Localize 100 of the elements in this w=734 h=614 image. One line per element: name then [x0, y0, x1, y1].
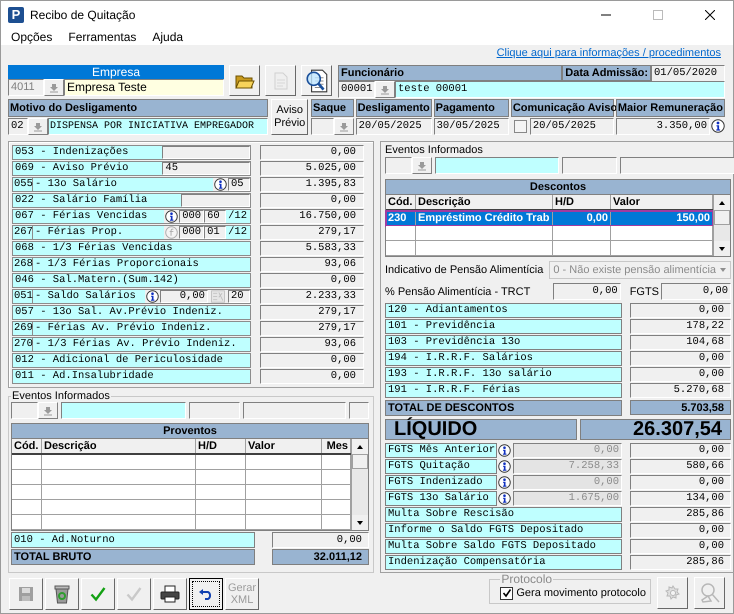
up-arrow-icon[interactable] [718, 198, 726, 206]
input-field[interactable] [181, 194, 250, 207]
amount-field: 178,22 [630, 319, 732, 334]
document-icon [272, 72, 288, 90]
input-field[interactable] [385, 157, 412, 174]
input-field[interactable] [311, 118, 334, 135]
code-field[interactable]: 02 [8, 118, 28, 135]
code-label: 267 [13, 226, 33, 239]
printer-icon [160, 585, 180, 603]
menu-item[interactable]: Opções [11, 30, 52, 44]
menu-item[interactable]: Ferramentas [68, 30, 136, 44]
recycle-bin-icon [53, 584, 71, 604]
date-field[interactable]: 20/05/2025 [530, 118, 614, 135]
input-field[interactable] [162, 146, 250, 159]
unit-label: /12 [226, 226, 250, 239]
employee-field[interactable]: teste 00001 [395, 81, 725, 98]
date-field[interactable]: 20/05/2025 [356, 118, 432, 135]
input-field[interactable]: 60 [204, 210, 226, 223]
down-arrow-icon[interactable] [356, 518, 364, 526]
scrollbar-thumb[interactable] [714, 210, 730, 225]
folder-button[interactable] [229, 65, 260, 96]
info-icon[interactable] [165, 210, 178, 223]
dropdown-button[interactable] [334, 118, 354, 135]
table-title: Proventos [12, 424, 368, 439]
info-icon[interactable] [214, 178, 227, 191]
input-field[interactable]: 01 [204, 226, 226, 239]
info-icon[interactable] [711, 119, 726, 133]
group-label: Protocolo [500, 573, 554, 585]
amount-field: 0,00 [630, 539, 732, 554]
undo-button[interactable] [189, 578, 223, 610]
input-field[interactable] [11, 402, 38, 419]
row-label: 068 - 1/3 Férias Vencidas [13, 242, 250, 255]
empty-table-row[interactable] [12, 485, 351, 500]
info-icon[interactable] [146, 290, 159, 303]
up-arrow-icon[interactable] [356, 442, 364, 450]
net-value: 26.307,54 [580, 419, 732, 440]
amount-field[interactable]: 0,00 [661, 283, 732, 300]
amount-field[interactable]: 0,00 [552, 283, 621, 300]
field-label: Indicativo de Pensão Alimentícia [385, 264, 544, 276]
search-button[interactable] [301, 65, 332, 96]
total-value: 32.011,12 [272, 549, 369, 565]
company-field[interactable]: Empresa Teste [64, 79, 224, 96]
info-icon[interactable] [498, 492, 511, 505]
input-field[interactable]: 05 [228, 178, 250, 191]
date-field[interactable]: 01/05/2020 [651, 65, 725, 82]
scrollbar[interactable] [713, 195, 730, 256]
field-label: % Pensão Alimentícia - TRCT [385, 286, 532, 298]
row-label: FGTS Mês Anterior [385, 443, 497, 458]
group-label: Eventos Informados [11, 390, 111, 402]
input-field[interactable]: 000 [179, 210, 204, 223]
amount-field[interactable]: 0,00 [160, 290, 208, 303]
help-link[interactable]: Clique aqui para informações / procedimentos [496, 47, 721, 60]
row-label: Multa Sobre Rescisão [385, 507, 622, 522]
reason-field[interactable]: DISPENSA POR INICIATIVA EMPREGADOR [48, 118, 268, 135]
scrollbar-thumb[interactable] [352, 454, 368, 469]
amount-field[interactable]: 3.350,00 [616, 118, 710, 135]
table-row[interactable]: 230 Empréstimo Crédito Trab 0,00 150,00 [386, 211, 714, 226]
close-icon[interactable] [705, 10, 715, 20]
empty-table-row[interactable] [12, 470, 351, 485]
code-label: 269 [13, 322, 33, 335]
input-field[interactable] [243, 402, 346, 419]
row-label: 194 - I.R.R.F. Salários [385, 351, 622, 366]
amount-field: 0,00 [260, 369, 364, 384]
input-field[interactable]: 45 [162, 162, 250, 175]
code-field[interactable]: 00001 [338, 81, 375, 98]
input-field[interactable] [620, 157, 734, 174]
input-field[interactable] [349, 402, 369, 419]
dropdown-button[interactable] [412, 157, 432, 174]
scrollbar[interactable] [351, 439, 368, 530]
info-icon[interactable] [498, 476, 511, 489]
row-label: FGTS 13o Salário [385, 491, 497, 506]
menu-item[interactable]: Ajuda [152, 30, 184, 44]
input-field[interactable] [61, 402, 186, 419]
dropdown-button[interactable] [375, 81, 395, 98]
amount-field: 0,00 [260, 145, 364, 160]
table-cell: 230 [386, 211, 416, 225]
input-field[interactable] [562, 157, 617, 174]
checkbox[interactable] [500, 586, 514, 600]
input-field[interactable] [435, 157, 559, 174]
info-icon[interactable] [498, 444, 511, 457]
dropdown-button[interactable] [44, 79, 64, 96]
section-header: Saque [311, 99, 354, 117]
empty-table-row[interactable] [12, 500, 351, 515]
aviso-previo-button[interactable]: Aviso Prévio [271, 99, 308, 135]
input-field[interactable]: 000 [179, 226, 204, 239]
down-arrow-icon [49, 82, 59, 92]
down-arrow-icon[interactable] [718, 244, 726, 252]
input-field[interactable] [189, 402, 240, 419]
print-button[interactable] [153, 578, 187, 610]
input-field[interactable]: 20 [228, 290, 250, 303]
confirm-button[interactable] [81, 578, 115, 610]
delete-button[interactable] [45, 578, 79, 610]
total-label: TOTAL BRUTO [11, 549, 255, 565]
dropdown-button[interactable] [28, 118, 48, 135]
dropdown-button[interactable] [38, 402, 58, 419]
amount-field: 0,00 [630, 523, 732, 538]
group-label: Eventos Informados [385, 144, 484, 157]
info-icon[interactable] [498, 460, 511, 473]
date-field[interactable]: 30/05/2025 [434, 118, 509, 135]
checkbox[interactable] [514, 120, 527, 133]
